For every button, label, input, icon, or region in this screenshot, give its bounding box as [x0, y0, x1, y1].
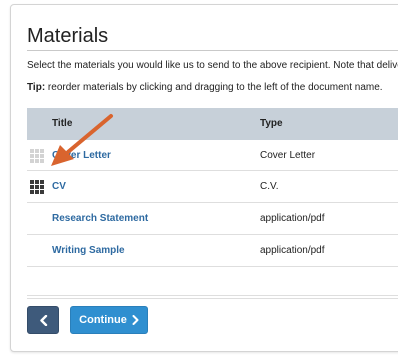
grip-dot [40, 185, 44, 189]
grip-dot [35, 149, 39, 153]
grip-dot [35, 180, 39, 184]
light-grip-icon[interactable] [30, 149, 45, 163]
continue-label: Continue [79, 314, 127, 326]
material-type: application/pdf [260, 213, 325, 224]
materials-card: Materials Select the materials you would… [10, 4, 398, 352]
title-divider [27, 50, 398, 51]
material-title-link[interactable]: Research Statement [52, 213, 148, 224]
material-type: Cover Letter [260, 150, 316, 161]
grip-dot [40, 154, 44, 158]
dark-grip-icon[interactable] [30, 180, 45, 194]
table-row[interactable]: Writing Sample application/pdf [27, 235, 398, 267]
table-row[interactable]: Cover Letter Cover Letter [27, 140, 398, 171]
column-header-title: Title [52, 118, 73, 129]
grip-dot [35, 190, 39, 194]
chevron-right-icon [132, 315, 139, 325]
grip-dot [35, 185, 39, 189]
grip-dot [35, 159, 39, 163]
column-header-type: Type [260, 118, 283, 129]
table-header: Title Type [27, 108, 398, 140]
grip-dot [40, 180, 44, 184]
grip-dot [30, 180, 34, 184]
materials-table: Title Type Cover Letter Cover Letter CV … [27, 108, 398, 299]
table-row[interactable]: CV C.V. [27, 171, 398, 203]
tip-label: Tip: [27, 82, 46, 93]
grip-dot [30, 159, 34, 163]
grip-dot [40, 149, 44, 153]
table-bottom-divider [27, 295, 398, 296]
grip-dot [40, 159, 44, 163]
table-row[interactable]: Research Statement application/pdf [27, 203, 398, 235]
back-button[interactable] [27, 306, 59, 334]
grip-dot [30, 185, 34, 189]
material-type: application/pdf [260, 245, 325, 256]
section-title: Materials [27, 25, 109, 47]
continue-button[interactable]: Continue [70, 306, 148, 334]
grip-dot [30, 149, 34, 153]
screenshot-canvas: Materials Select the materials you would… [0, 0, 398, 359]
chevron-left-icon [39, 314, 47, 326]
grip-dot [30, 190, 34, 194]
tip-text: Tip: reorder materials by clicking and d… [27, 82, 383, 93]
section-description: Select the materials you would like us t… [27, 60, 398, 71]
material-title-link[interactable]: Writing Sample [52, 245, 125, 256]
grip-dot [30, 154, 34, 158]
material-title-link[interactable]: Cover Letter [52, 150, 111, 161]
tip-body: reorder materials by clicking and draggi… [45, 82, 383, 93]
grip-dot [40, 190, 44, 194]
grip-dot [35, 154, 39, 158]
material-title-link[interactable]: CV [52, 181, 66, 192]
material-type: C.V. [260, 181, 279, 192]
